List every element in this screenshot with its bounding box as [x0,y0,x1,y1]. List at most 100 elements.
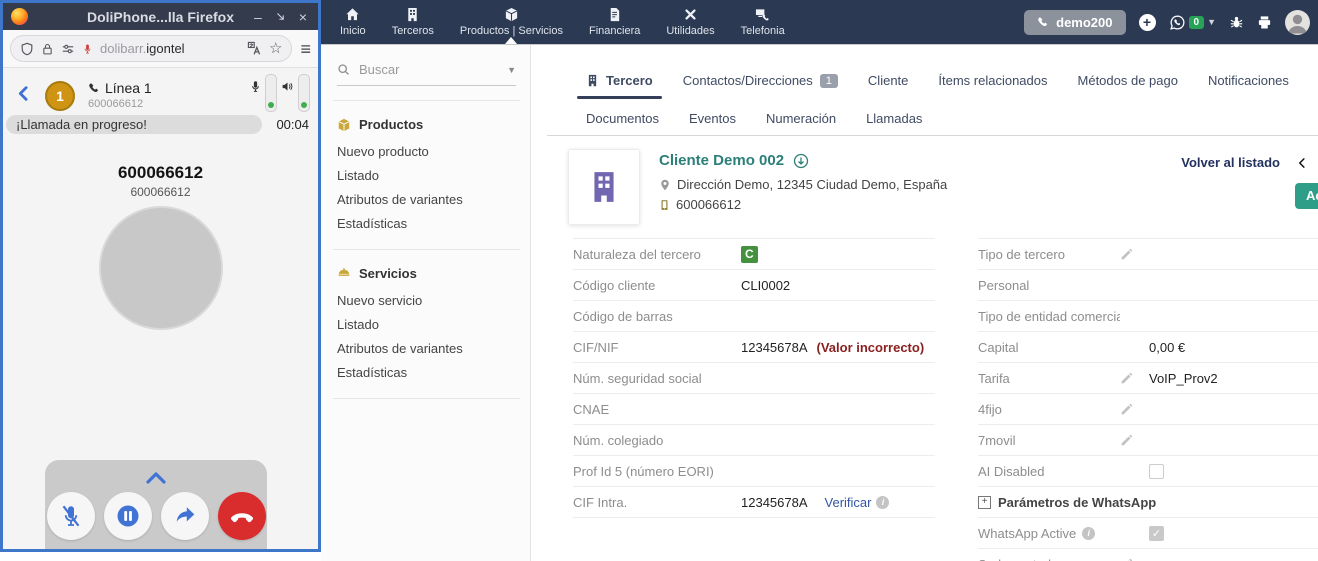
translate-icon[interactable] [247,41,262,56]
nav-item-label: Utilidades [666,25,714,37]
edit-cell [1120,403,1149,416]
debug-bug-icon[interactable] [1229,15,1244,30]
whatsapp-status[interactable]: 0 ▼ [1169,14,1216,31]
pencil-icon[interactable] [1120,434,1133,447]
tab-label: Cliente [868,73,908,88]
info-icon[interactable]: i [1082,527,1095,540]
back-to-list-link[interactable]: Volver al listado [1181,155,1280,170]
search-caret-icon[interactable]: ▼ [507,65,516,75]
telephony-icon [755,7,770,22]
mute-button[interactable] [47,492,95,540]
tab-numeraci-n[interactable]: Numeración [751,106,851,131]
mic-volume-slider[interactable] [265,74,277,112]
quick-add-button[interactable]: + [1139,14,1156,31]
session-user: demo200 [1056,15,1112,30]
speaker-volume-slider[interactable] [298,74,310,112]
tab-label: Métodos de pago [1078,73,1178,88]
tools-icon [683,7,698,22]
microphone-permission-icon[interactable] [82,42,93,56]
tab-contactos-direcciones[interactable]: Contactos/Direcciones1 [668,68,853,93]
restore-button[interactable] [275,11,286,22]
sidebar-item-atributos-de-variantes[interactable]: Atributos de variantes [337,188,516,211]
permissions-icon[interactable] [61,42,75,56]
field-value-text: VoIP_Prov2 [1149,371,1218,386]
url-bar[interactable]: dolibarr.igontel ☆ [10,35,292,62]
tab-m-todos-de-pago[interactable]: Métodos de pago [1063,68,1193,93]
shield-icon[interactable] [20,42,34,56]
chevron-up-icon[interactable] [145,470,167,486]
transfer-button[interactable] [161,492,209,540]
sidebar-item-nuevo-servicio[interactable]: Nuevo servicio [337,289,516,312]
pencil-icon[interactable] [1120,558,1133,561]
speaker-volume-icon [280,80,295,93]
sidebar-item-atributos-de-variantes[interactable]: Atributos de variantes [337,337,516,360]
field-label-text: Tipo de entidad comercial [978,309,1120,324]
whatsapp-active-checkbox[interactable]: ✓ [1149,526,1164,541]
user-avatar[interactable] [1285,10,1310,35]
nav-item-productos-servicios[interactable]: Productos | Servicios [447,0,576,44]
print-icon[interactable] [1257,15,1272,30]
tab-tercero[interactable]: Tercero [571,68,668,93]
field-label-text: Personal [978,278,1029,293]
sidebar-item-estad-sticas[interactable]: Estadísticas [337,361,516,384]
info-icon[interactable]: i [876,496,889,509]
edit-cell [1120,372,1149,385]
field-value-text: 0,00 € [1149,340,1185,355]
mic-muted-icon [59,504,83,528]
menu-icon[interactable]: ≡ [300,40,311,58]
nav-item-terceros[interactable]: Terceros [379,0,447,44]
nav-item-financiera[interactable]: Financiera [576,0,653,44]
sidebar-section-productos: Productos [337,117,516,132]
validation-error: (Valor incorrecto) [817,340,925,355]
session-phone-pill[interactable]: demo200 [1024,10,1125,35]
tab-llamadas[interactable]: Llamadas [851,106,937,131]
sidebar-item-listado[interactable]: Listado [337,313,516,336]
nav-item-telefonia[interactable]: Telefonia [728,0,798,44]
sidebar-section-title: Productos [359,117,423,132]
tab-eventos[interactable]: Eventos [674,106,751,131]
search-input[interactable] [357,61,500,78]
hangup-button[interactable] [218,492,266,540]
field-row-c-digo-de-barras: Código de barras [573,301,935,332]
nav-item-inicio[interactable]: Inicio [327,0,379,44]
minimize-button[interactable]: – [254,10,262,24]
tab-notas[interactable]: Notas [1304,68,1318,93]
ai-disabled-checkbox[interactable] [1149,464,1164,479]
back-button[interactable] [15,85,32,102]
tab-documentos[interactable]: Documentos [571,106,674,131]
sidebar-item-estad-sticas[interactable]: Estadísticas [337,212,516,235]
nav-item-label: Financiera [589,25,640,37]
close-button[interactable]: × [299,10,307,24]
field-value: 0,00 € [1149,340,1318,355]
search-box[interactable]: ▼ [337,61,516,86]
left-menu: ▼ ProductosNuevo productoListadoAtributo… [321,45,531,561]
tab-tems-relacionados[interactable]: Ítems relacionados [923,68,1062,93]
field-label: Código cliente [573,278,741,293]
location-pin-icon [659,178,671,192]
download-circle-icon[interactable] [793,153,809,169]
bookmark-star-icon[interactable]: ☆ [269,41,282,56]
lock-icon[interactable] [41,42,54,56]
field-value: VoIP_Prov2 [1149,371,1318,386]
pencil-icon[interactable] [1120,372,1133,385]
nav-item-utilidades[interactable]: Utilidades [653,0,727,44]
expand-icon[interactable]: + [978,496,991,509]
firefox-titlebar[interactable]: DoliPhone...lla Firefox – × [3,3,318,30]
hold-button[interactable] [104,492,152,540]
pencil-icon[interactable] [1120,403,1133,416]
tab-notificaciones[interactable]: Notificaciones [1193,68,1304,93]
sidebar-item-nuevo-producto[interactable]: Nuevo producto [337,140,516,163]
field-label: Núm. colegiado [573,433,741,448]
building-icon [587,170,621,204]
field-label-text: Capital [978,340,1018,355]
sidebar-section-servicios: Servicios [337,266,516,281]
field-value-text: 12345678A [741,340,808,355]
pause-icon [116,504,140,528]
chevron-left-icon[interactable] [1296,156,1308,170]
field-label-text: 4fijo [978,402,1002,417]
pencil-icon[interactable] [1120,248,1133,261]
url-text[interactable]: dolibarr.igontel [100,41,240,56]
tab-cliente[interactable]: Cliente [853,68,923,93]
sidebar-item-listado[interactable]: Listado [337,164,516,187]
verify-link[interactable]: Verificar [825,495,872,510]
